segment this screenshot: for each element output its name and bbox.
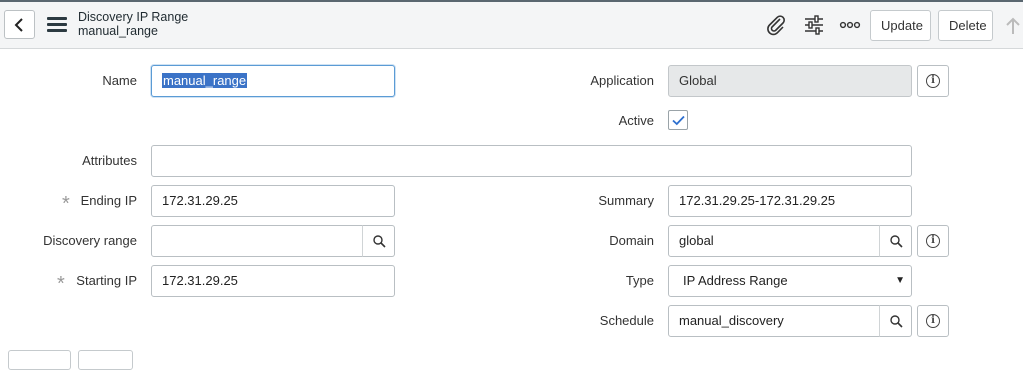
active-label: Active — [618, 113, 654, 128]
schedule-field[interactable]: manual_discovery — [668, 305, 880, 337]
magnifier-icon — [890, 315, 903, 328]
discovery-range-label: Discovery range — [43, 233, 137, 248]
schedule-lookup-button[interactable] — [879, 305, 912, 337]
application-info-button[interactable]: i — [917, 65, 949, 97]
more-options-icon[interactable] — [839, 14, 861, 36]
form-header: Discovery IP Range manual_range Update D… — [0, 2, 1023, 49]
summary-label: Summary — [598, 193, 654, 208]
delete-button[interactable]: Delete — [938, 10, 993, 41]
application-field: Global — [668, 65, 912, 97]
bottom-update-button[interactable] — [8, 350, 71, 370]
chevron-left-icon — [14, 18, 23, 32]
paperclip-icon[interactable] — [765, 14, 787, 36]
name-field[interactable]: manual_range — [151, 65, 395, 97]
domain-label: Domain — [609, 233, 654, 248]
attributes-field[interactable] — [151, 145, 912, 177]
summary-field[interactable]: 172.31.29.25-172.31.29.25 — [668, 185, 912, 217]
info-icon: i — [926, 74, 940, 88]
page-title: Discovery IP Range manual_range — [78, 10, 188, 38]
type-select[interactable]: IP Address Range ▼ — [668, 265, 912, 297]
hamburger-icon[interactable] — [47, 17, 67, 33]
checkmark-icon — [672, 115, 685, 126]
magnifier-icon — [890, 235, 903, 248]
active-checkbox[interactable] — [668, 110, 688, 130]
dropdown-arrow-icon: ▼ — [895, 275, 905, 286]
magnifier-icon — [373, 235, 386, 248]
info-icon: i — [926, 314, 940, 328]
name-label: Name — [102, 73, 137, 88]
sliders-icon[interactable] — [803, 14, 825, 36]
ending-ip-field[interactable]: 172.31.29.25 — [151, 185, 395, 217]
name-value: manual_range — [162, 73, 248, 88]
arrow-up-icon[interactable] — [1005, 16, 1021, 36]
domain-lookup-button[interactable] — [879, 225, 912, 257]
discovery-range-field[interactable] — [151, 225, 363, 257]
bottom-delete-button[interactable] — [78, 350, 133, 370]
attributes-label: Attributes — [82, 153, 137, 168]
ending-ip-label: Ending IP — [80, 193, 137, 208]
application-label: Application — [590, 73, 654, 88]
type-label: Type — [625, 273, 654, 288]
domain-info-button[interactable]: i — [917, 225, 949, 257]
starting-ip-label: Starting IP — [76, 273, 137, 288]
domain-field[interactable]: global — [668, 225, 880, 257]
update-button[interactable]: Update — [870, 10, 931, 41]
discovery-range-lookup-button[interactable] — [362, 225, 395, 257]
form-title: Discovery IP Range — [78, 10, 189, 24]
schedule-label: Schedule — [599, 313, 654, 328]
schedule-info-button[interactable]: i — [917, 305, 949, 337]
starting-ip-field[interactable]: 172.31.29.25 — [151, 265, 395, 297]
info-icon: i — [926, 234, 940, 248]
type-selected-value: IP Address Range — [683, 273, 788, 288]
record-name: manual_range — [78, 24, 158, 38]
back-button[interactable] — [4, 10, 35, 39]
